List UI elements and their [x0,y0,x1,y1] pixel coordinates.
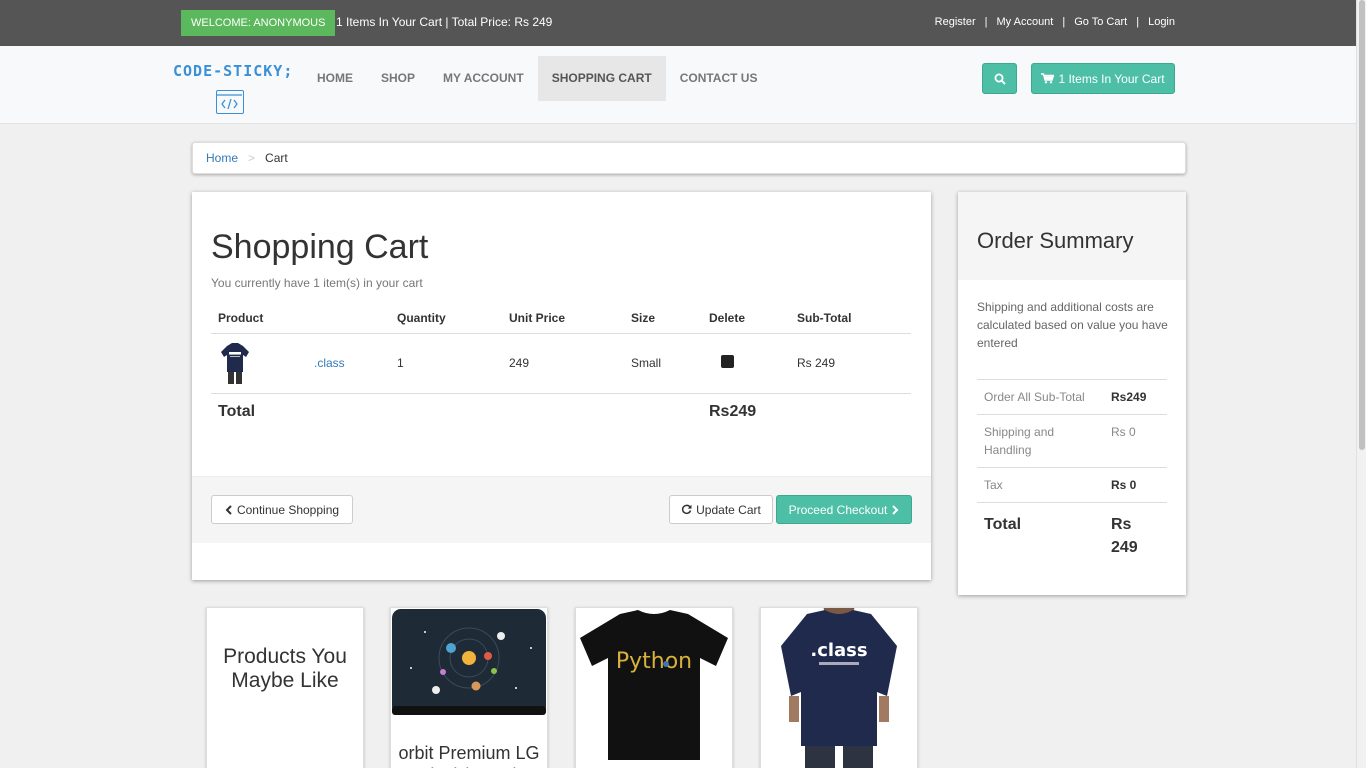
scrollbar-thumb[interactable] [1359,0,1365,450]
total-label: Total [218,403,256,421]
nav-my-account[interactable]: MY ACCOUNT [429,56,538,101]
cart-item-count: You currently have 1 item(s) in your car… [211,276,423,290]
total-value: Rs249 [709,403,757,421]
product-thumbnail[interactable] [218,340,252,386]
refresh-icon [682,504,692,515]
link-divider: | [984,16,988,28]
cart-table: Product Quantity Unit Price Size Delete … [211,304,911,431]
page-scrollbar[interactable] [1356,0,1366,768]
nav-menu: HOME SHOP MY ACCOUNT SHOPPING CART CONTA… [303,56,771,101]
shopping-cart-icon [1041,73,1055,84]
column-header: Unit Price [502,304,624,334]
summary-row: Tax Rs 0 [977,467,1167,503]
summary-total-row: Total Rs 249 [977,502,1167,569]
go-to-cart-link[interactable]: Go To Cart [1074,16,1127,28]
nav-home[interactable]: HOME [303,56,367,101]
link-divider: | [1136,16,1140,28]
welcome-badge: WELCOME: ANONYMOUS [181,10,336,36]
product-name[interactable]: orbit Premium LG Vinyl (matte) [391,742,547,768]
nav-shopping-cart[interactable]: SHOPPING CART [537,56,666,101]
update-cart-label: Update Cart [696,502,761,517]
order-summary-note: Shipping and additional costs are calcul… [977,300,1168,350]
code-icon [216,90,244,114]
breadcrumb: Home > Cart [192,142,1186,174]
top-links: Register | My Account | Go To Cart | Log… [935,16,1175,28]
table-header-row: Product Quantity Unit Price Size Delete … [211,304,911,334]
cart-panel: Shopping Cart You currently have 1 item(… [192,192,931,580]
cart-button-label: 1 Items In Your Cart [1058,71,1165,86]
unit-price-cell: 249 [502,333,624,394]
chevron-left-icon [225,504,232,515]
product-image: Python [576,608,732,768]
svg-text:.class: .class [810,640,867,661]
recommendations-heading: Products You Maybe Like [223,645,347,692]
delete-checkbox[interactable] [721,355,734,368]
order-summary-title: Order Summary [958,192,1186,280]
total-row: Total Rs249 [211,393,911,431]
search-icon [994,73,1006,85]
summary-value: Rs 0 [1104,414,1167,468]
summary-value: Rs 0 [1104,467,1167,503]
summary-label: Shipping and Handling [977,414,1104,468]
proceed-checkout-label: Proceed Checkout [788,502,888,517]
summary-total-value: Rs 249 [1104,502,1167,569]
column-header: Product [211,304,390,334]
cart-actions: Continue Shopping Update Cart Proceed Ch… [192,476,931,543]
link-divider: | [1062,16,1066,28]
page-title: Shopping Cart [211,228,429,266]
column-header: Quantity [390,304,502,334]
login-link[interactable]: Login [1148,16,1175,28]
logo-text: CODE-STICKY; [173,62,294,80]
size-cell: Small [624,333,702,394]
summary-label: Tax [977,467,1104,503]
summary-row: Order All Sub-Total Rs249 [977,379,1167,415]
continue-shopping-button[interactable]: Continue Shopping [211,495,353,524]
nav-shop[interactable]: SHOP [367,56,429,101]
product-cell: .class [211,333,390,394]
table-row: .class 1 249 Small Rs 249 [211,333,911,394]
product-card[interactable]: orbit Premium LG Vinyl (matte) [390,607,548,768]
breadcrumb-home[interactable]: Home [206,151,238,165]
summary-total-label: Total [977,502,1104,569]
order-summary-table: Order All Sub-Total Rs249 Shipping and H… [977,379,1167,569]
order-summary-panel: Order Summary Shipping and additional co… [958,192,1186,595]
register-link[interactable]: Register [935,16,976,28]
column-header: Delete [702,304,790,334]
proceed-checkout-button[interactable]: Proceed Checkout [776,495,912,524]
product-link[interactable]: .class [314,356,345,370]
delete-cell [702,333,790,394]
my-account-link[interactable]: My Account [997,16,1054,28]
cart-button[interactable]: 1 Items In Your Cart [1031,63,1175,94]
product-card[interactable]: .class [760,607,918,768]
column-header: Size [624,304,702,334]
product-image: .class [761,608,917,768]
update-cart-button[interactable]: Update Cart [669,495,773,524]
breadcrumb-current: Cart [265,151,288,165]
nav-contact-us[interactable]: CONTACT US [666,56,772,101]
quantity-cell: 1 [390,333,502,394]
continue-shopping-label: Continue Shopping [236,502,340,517]
breadcrumb-separator: > [248,151,256,165]
column-header: Sub-Total [790,304,911,334]
product-image [392,609,546,715]
recommendations-heading-card: Products You Maybe Like [206,607,364,768]
top-bar: WELCOME: ANONYMOUS 1 Items In Your Cart … [0,0,1356,46]
summary-label: Order All Sub-Total [977,379,1104,415]
subtotal-cell: Rs 249 [790,333,911,394]
main-navbar: CODE-STICKY; HOME SHOP MY ACCOUNT SHOPPI… [0,46,1356,124]
chevron-right-icon [892,504,899,515]
summary-value: Rs249 [1104,379,1167,415]
svg-text:Python: Python [616,649,692,674]
site-logo[interactable]: CODE-STICKY; [173,62,294,118]
cart-summary-text: 1 Items In Your Cart | Total Price: Rs 2… [336,15,553,29]
summary-row: Shipping and Handling Rs 0 [977,414,1167,468]
product-card[interactable]: Python [575,607,733,768]
search-button[interactable] [982,63,1017,94]
